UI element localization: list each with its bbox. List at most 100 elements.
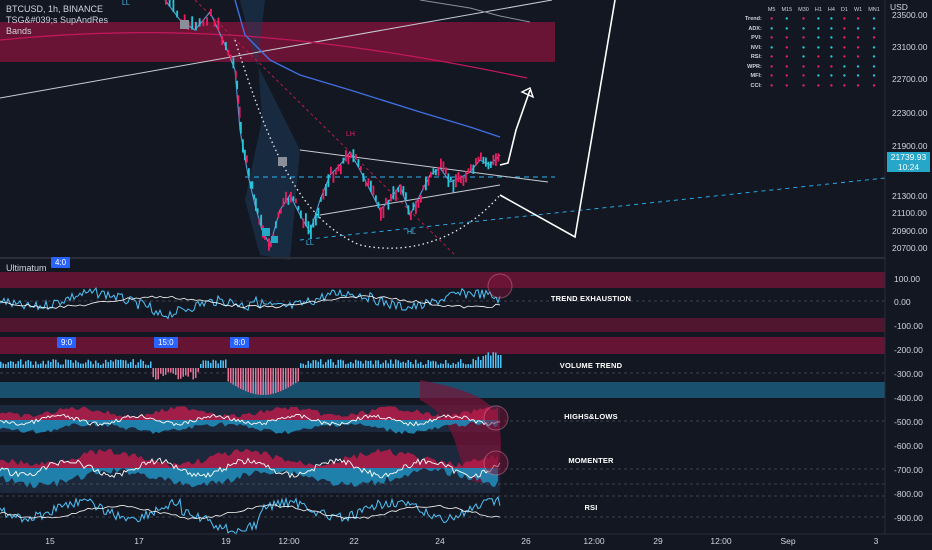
bullish-dot-icon: ●: [829, 35, 834, 42]
exhaustion-circle: [487, 273, 513, 299]
volume-bar: [55, 359, 57, 368]
candle: [258, 218, 261, 225]
volume-bar: [87, 359, 89, 368]
indicator-legend-bands[interactable]: Bands: [6, 26, 32, 36]
bullish-dot-icon: ●: [829, 16, 834, 23]
candle: [485, 157, 487, 167]
candle: [390, 193, 392, 202]
volume-bar: [145, 364, 147, 368]
candle: [355, 154, 357, 160]
indicator-tick-label: -700.00: [894, 465, 923, 475]
bearish-dot-icon: ●: [769, 73, 774, 80]
volume-bar: [75, 360, 77, 368]
volume-bar: [377, 360, 379, 368]
volume-bar: [380, 364, 382, 368]
bearish-dot-icon: ●: [816, 54, 821, 61]
volume-bar: [385, 360, 387, 368]
time-tick-label: 19: [221, 536, 231, 546]
section-rsi: RSI: [584, 503, 598, 512]
mtf-row-label: Trend:: [745, 16, 762, 23]
candle: [275, 221, 277, 229]
volume-bar: [237, 368, 239, 388]
indicator-pane-title[interactable]: Ultimatum: [6, 263, 47, 273]
volume-bar: [340, 359, 342, 368]
volume-bar: [12, 361, 14, 368]
volume-bar: [37, 364, 39, 368]
symbol-legend[interactable]: BTCUSD, 1h, BINANCE: [6, 4, 103, 14]
price-tick-label: 22700.00: [892, 74, 928, 84]
volume-bar: [90, 361, 92, 368]
volume-bar: [20, 359, 22, 368]
volume-bar: [450, 364, 452, 368]
volume-bar: [290, 368, 292, 387]
volume-bar: [257, 368, 259, 395]
volume-bar: [110, 360, 112, 368]
volume-bar: [197, 368, 199, 373]
price-tick-label: 23100.00: [892, 42, 928, 52]
volume-bar: [252, 368, 254, 394]
candle: [392, 186, 395, 200]
hl-label: HL: [407, 229, 416, 236]
bearish-dot-icon: ●: [872, 82, 876, 89]
bullish-dot-icon: ●: [872, 63, 876, 70]
candle: [290, 191, 292, 203]
volume-bar: [352, 363, 354, 368]
volume-bar: [320, 359, 322, 368]
candle: [230, 54, 232, 60]
volume-bar: [267, 368, 269, 395]
volume-bar: [397, 360, 399, 368]
candle: [385, 197, 387, 204]
candle: [292, 196, 295, 201]
volume-bar: [195, 368, 197, 379]
bullish-dot-icon: ●: [816, 73, 821, 80]
candle: [410, 212, 412, 221]
indicator-tick-label: -600.00: [894, 441, 923, 451]
bearish-dot-icon: ●: [856, 16, 860, 23]
candle: [495, 153, 497, 166]
bearish-dot-icon: ●: [801, 16, 806, 23]
bullish-dot-icon: ●: [816, 25, 821, 32]
volume-bar: [270, 368, 272, 395]
candle: [248, 168, 250, 177]
indicator-legend-supres[interactable]: TSG&#039;s SupAndRes: [6, 15, 108, 25]
volume-bar: [275, 368, 277, 393]
bullish-dot-icon: ●: [769, 44, 774, 51]
volume-bar: [247, 368, 249, 393]
section-momenter: MOMENTER: [568, 456, 614, 465]
candle: [360, 166, 362, 171]
upper-zone-band: [0, 272, 885, 288]
bearish-dot-icon: ●: [842, 25, 847, 32]
bullish-dot-icon: ●: [829, 44, 834, 51]
volume-bar: [0, 361, 2, 368]
price-tick-label: 21100.00: [892, 208, 927, 218]
volume-bar: [330, 359, 332, 368]
bullish-dot-icon: ●: [801, 44, 806, 51]
candle: [455, 174, 457, 188]
section-volume-trend: VOLUME TREND: [559, 361, 623, 370]
count-marker-3: 8:0: [230, 337, 250, 348]
bullish-dot-icon: ●: [856, 25, 860, 32]
candle: [365, 181, 367, 187]
candle: [232, 57, 235, 69]
volume-bar: [167, 368, 169, 373]
volume-bar: [350, 361, 352, 368]
candle: [465, 171, 467, 183]
bearish-dot-icon: ●: [842, 54, 847, 61]
volume-bar: [170, 368, 172, 373]
volume-bar: [22, 364, 24, 368]
volume-bar: [382, 362, 384, 368]
bullish-dot-icon: ●: [829, 54, 834, 61]
candle: [470, 164, 472, 171]
volume-bar: [280, 368, 282, 392]
candle: [237, 95, 240, 104]
candle: [347, 154, 350, 165]
candle: [422, 185, 425, 190]
candle: [370, 180, 372, 192]
candle: [277, 212, 280, 218]
bullish-dot-icon: ●: [829, 25, 834, 32]
time-tick-label: 24: [435, 536, 445, 546]
volume-bar: [27, 360, 29, 368]
volume-bar: [407, 360, 409, 368]
volume-bar: [220, 360, 222, 368]
candle: [327, 174, 330, 188]
